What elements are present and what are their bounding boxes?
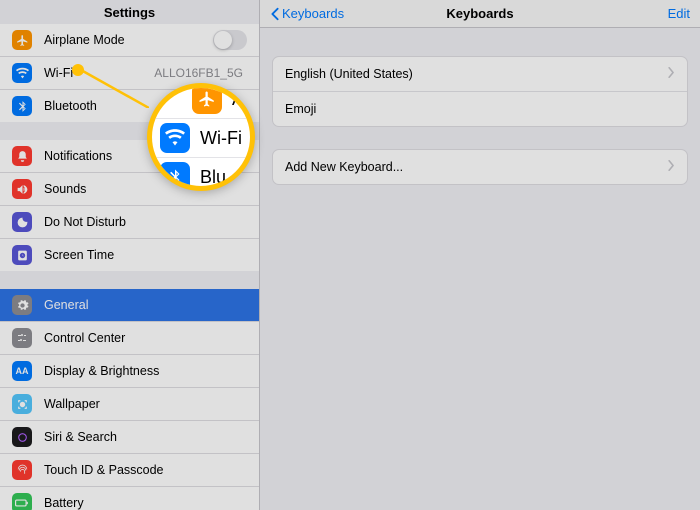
sidebar-item-label: Touch ID & Passcode xyxy=(44,463,247,477)
sidebar-item-airplane[interactable]: Airplane Mode xyxy=(0,24,259,57)
add-keyboard-button[interactable]: Add New Keyboard... xyxy=(273,150,687,184)
sidebar-item-screentime[interactable]: Screen Time xyxy=(0,239,259,271)
bluetooth-icon xyxy=(12,96,32,116)
sidebar-item-wifi[interactable]: Wi-Fi ALLO16FB1_5G xyxy=(0,57,259,90)
chevron-right-icon xyxy=(668,160,675,174)
sidebar-item-touchid[interactable]: Touch ID & Passcode xyxy=(0,454,259,487)
back-label: Keyboards xyxy=(282,6,344,21)
magnifier-callout: Airp Wi-Fi Blu xyxy=(147,83,255,191)
battery-icon xyxy=(12,493,32,510)
airplane-switch[interactable] xyxy=(213,30,247,50)
keyboard-row[interactable]: Emoji xyxy=(273,92,687,126)
airplane-icon xyxy=(12,30,32,50)
detail-panel: Keyboards Keyboards Edit English (United… xyxy=(260,0,700,510)
controlcenter-icon xyxy=(12,328,32,348)
sidebar-item-label: Display & Brightness xyxy=(44,364,247,378)
sidebar-item-label: Control Center xyxy=(44,331,247,345)
add-keyboard-label: Add New Keyboard... xyxy=(285,160,403,174)
sidebar-item-label: Screen Time xyxy=(44,248,247,262)
siri-icon xyxy=(12,427,32,447)
sidebar-group-device: General Control Center AA Display & Brig… xyxy=(0,289,259,510)
sidebar-item-label: Airplane Mode xyxy=(44,33,213,47)
chevron-right-icon xyxy=(668,67,675,81)
dnd-icon xyxy=(12,212,32,232)
sidebar-item-wallpaper[interactable]: Wallpaper xyxy=(0,388,259,421)
sidebar-item-dnd[interactable]: Do Not Disturb xyxy=(0,206,259,239)
magnifier-row-label: Blu xyxy=(200,167,226,188)
notifications-icon xyxy=(12,146,32,166)
sidebar-item-siri[interactable]: Siri & Search xyxy=(0,421,259,454)
keyboard-row[interactable]: English (United States) xyxy=(273,57,687,92)
back-button[interactable]: Keyboards xyxy=(270,6,344,21)
touchid-icon xyxy=(12,460,32,480)
sidebar-item-label: Do Not Disturb xyxy=(44,215,247,229)
magnifier-row-label: Wi-Fi xyxy=(200,128,242,149)
callout-dot xyxy=(72,64,84,76)
detail-navbar: Keyboards Keyboards Edit xyxy=(260,0,700,28)
sidebar-item-label: General xyxy=(44,298,247,312)
airplane-icon xyxy=(192,84,222,114)
sidebar-item-label: Battery xyxy=(44,496,247,510)
display-icon: AA xyxy=(12,361,32,381)
keyboard-label: Emoji xyxy=(285,102,316,116)
sidebar-item-label: Wi-Fi xyxy=(44,66,154,80)
keyboards-list: English (United States) Emoji xyxy=(272,56,688,127)
sidebar-item-battery[interactable]: Battery xyxy=(0,487,259,510)
add-keyboard-section: Add New Keyboard... xyxy=(272,149,688,185)
sidebar-item-controlcenter[interactable]: Control Center xyxy=(0,322,259,355)
wifi-icon xyxy=(12,63,32,83)
wallpaper-icon xyxy=(12,394,32,414)
sidebar-title: Settings xyxy=(0,0,259,24)
wifi-network-name: ALLO16FB1_5G xyxy=(154,66,243,80)
edit-button[interactable]: Edit xyxy=(668,6,690,21)
sidebar-item-label: Siri & Search xyxy=(44,430,247,444)
sounds-icon xyxy=(12,179,32,199)
screentime-icon xyxy=(12,245,32,265)
keyboard-label: English (United States) xyxy=(285,67,413,81)
sidebar-item-general[interactable]: General xyxy=(0,289,259,322)
sidebar-item-display[interactable]: AA Display & Brightness xyxy=(0,355,259,388)
sidebar-item-label: Wallpaper xyxy=(44,397,247,411)
general-icon xyxy=(12,295,32,315)
wifi-icon xyxy=(160,123,190,153)
settings-sidebar: Settings Airplane Mode Wi-Fi ALLO16FB1_5… xyxy=(0,0,260,510)
